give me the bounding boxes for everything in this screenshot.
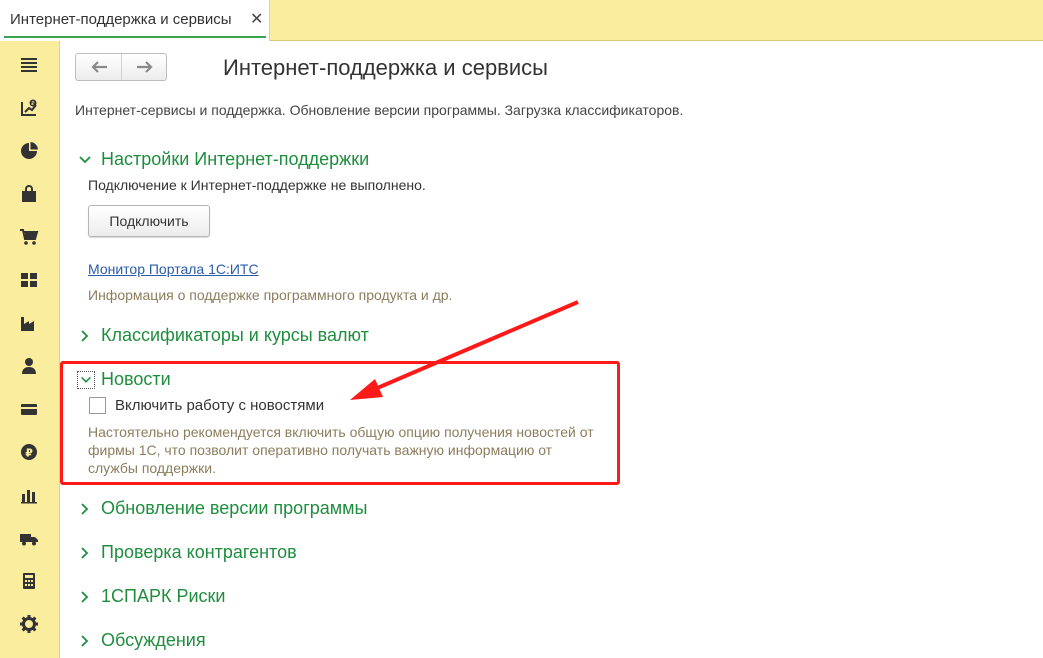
enable-news-checkbox[interactable]	[89, 397, 106, 414]
employees-icon[interactable]	[18, 355, 40, 377]
arrow-left-icon	[90, 61, 107, 73]
gear-icon[interactable]	[18, 613, 40, 635]
section-title: 1СПАРК Риски	[101, 586, 226, 606]
section-news[interactable]: Новости	[77, 369, 171, 390]
active-tab-indicator	[4, 36, 266, 38]
close-icon[interactable]: ✕	[250, 9, 263, 29]
chevron-right-icon	[81, 634, 89, 647]
bar-chart-icon[interactable]	[18, 484, 40, 506]
section-support-settings[interactable]: Настройки Интернет-поддержки	[77, 149, 369, 170]
tab-bar: Интернет-поддержка и сервисы ✕	[0, 0, 1043, 41]
page-title: Интернет-поддержка и сервисы	[223, 55, 548, 80]
purchases-bag-icon[interactable]	[18, 183, 40, 205]
its-portal-monitor-link[interactable]: Монитор Портала 1С:ИТС	[88, 261, 259, 277]
connect-button[interactable]: Подключить	[88, 205, 210, 237]
chevron-down-icon	[77, 370, 95, 389]
section-title: Настройки Интернет-поддержки	[101, 149, 370, 169]
enable-news-label[interactable]: Включить работу с новостями	[115, 397, 324, 414]
page-description: Интернет-сервисы и поддержка. Обновление…	[75, 102, 684, 118]
section-spark-risks[interactable]: 1СПАРК Риски	[77, 586, 225, 607]
section-title: Обсуждения	[101, 630, 206, 650]
back-button[interactable]	[76, 54, 122, 80]
truck-icon[interactable]	[18, 527, 40, 549]
tab-internet-support[interactable]: Интернет-поддержка и сервисы ✕	[0, 0, 270, 41]
section-title: Новости	[101, 369, 171, 389]
chevron-right-icon	[81, 546, 89, 559]
sections-sidebar: ₽ ₽	[0, 41, 60, 658]
chevron-right-icon	[81, 502, 89, 515]
warehouse-grid-icon[interactable]	[18, 269, 40, 291]
forward-button[interactable]	[122, 54, 167, 80]
ruble-icon[interactable]: ₽	[18, 441, 40, 463]
cart-icon[interactable]	[18, 226, 40, 248]
main-content: Интернет-поддержка и сервисы Интернет-се…	[60, 41, 1043, 658]
section-classifiers[interactable]: Классификаторы и курсы валют	[77, 325, 369, 346]
section-title: Классификаторы и курсы валют	[101, 325, 369, 345]
navigation-buttons	[75, 53, 167, 81]
monitor-hint: Информация о поддержке программного прод…	[88, 287, 453, 303]
card-icon[interactable]	[18, 398, 40, 420]
pie-chart-icon[interactable]	[18, 140, 40, 162]
menu-icon[interactable]	[18, 54, 40, 76]
section-contractor-check[interactable]: Проверка контрагентов	[77, 542, 297, 563]
news-hint: Настоятельно рекомендуется включить общу…	[88, 424, 594, 476]
svg-text:₽: ₽	[25, 447, 33, 460]
bank-cash-icon[interactable]: ₽	[18, 97, 40, 119]
section-program-update[interactable]: Обновление версии программы	[77, 498, 367, 519]
arrow-right-icon	[136, 61, 153, 73]
section-discussions[interactable]: Обсуждения	[77, 630, 206, 651]
chevron-right-icon	[81, 590, 89, 603]
calculator-icon[interactable]	[18, 570, 40, 592]
section-title: Обновление версии программы	[101, 498, 368, 518]
chevron-down-icon	[79, 155, 91, 163]
connection-status: Подключение к Интернет-поддержке не выпо…	[88, 177, 426, 193]
tab-title: Интернет-поддержка и сервисы	[10, 11, 232, 28]
section-title: Проверка контрагентов	[101, 542, 297, 562]
factory-icon[interactable]	[18, 312, 40, 334]
chevron-right-icon	[81, 329, 89, 342]
